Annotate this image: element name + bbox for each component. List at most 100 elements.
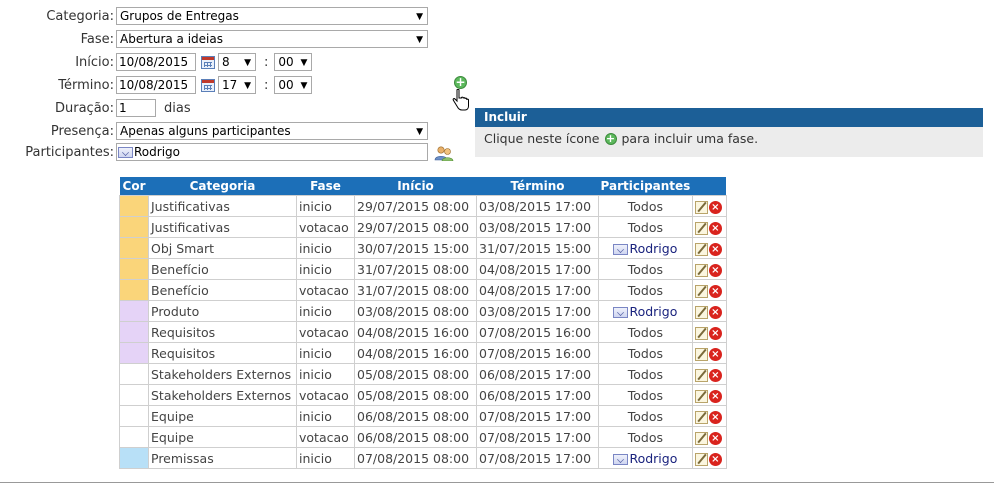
cell-participantes: Todos [598, 342, 693, 364]
fase-label: Fase: [80, 31, 114, 47]
cell-termino: 06/08/2015 17:00 [476, 384, 599, 406]
termino-minute-select[interactable]: 00 ▼ [274, 76, 313, 94]
participantes-text: Todos [627, 345, 664, 361]
header-fase: Fase [296, 177, 355, 196]
calendar-icon[interactable] [201, 55, 215, 69]
table-row: Obj Smart inicio 30/07/2015 15:00 31/07/201… [119, 237, 727, 259]
presenca-select[interactable]: Apenas alguns participantes ▼ [116, 122, 428, 140]
cell-termino: 03/08/2015 17:00 [476, 300, 599, 322]
participantes-text: Todos [627, 429, 664, 445]
participantes-text: Todos [627, 282, 664, 298]
presenca-label: Presença: [50, 123, 114, 139]
cell-participantes: Todos [598, 279, 693, 301]
categoria-value: Grupos de Entregas [120, 9, 239, 23]
participantes-field[interactable]: Rodrigo [116, 143, 428, 161]
participantes-text: Todos [627, 408, 664, 424]
color-swatch [119, 300, 149, 322]
header-actions [692, 177, 727, 196]
row-actions: × [691, 342, 727, 364]
edit-icon[interactable] [694, 452, 708, 466]
hand-cursor-icon [452, 89, 469, 111]
color-swatch [119, 258, 149, 280]
dropdown-envelope-icon[interactable] [613, 453, 629, 465]
edit-icon[interactable] [694, 200, 708, 214]
tooltip-body: Clique neste ícone + para incluir uma fa… [475, 127, 983, 150]
header-cor: Cor [119, 177, 149, 196]
cell-inicio: 03/08/2015 08:00 [354, 300, 477, 322]
participantes-row: Participantes: Rodrigo [0, 142, 428, 162]
table-row: Equipe inicio 06/08/2015 08:00 07/08/2015 1… [119, 405, 727, 427]
edit-icon[interactable] [694, 368, 708, 382]
inicio-hour-select[interactable]: 8 ▼ [218, 53, 256, 71]
inicio-minute-select[interactable]: 00 ▼ [274, 53, 313, 71]
delete-icon[interactable]: × [708, 305, 722, 319]
participantes-value: Rodrigo [134, 145, 180, 159]
edit-icon[interactable] [694, 242, 708, 256]
termino-date-input[interactable]: 10/08/2015 [116, 76, 196, 94]
table-row: Requisitos inicio 04/08/2015 16:00 07/08/20… [119, 342, 727, 364]
dropdown-envelope-icon[interactable] [613, 306, 629, 318]
table-row: Equipe votacao 06/08/2015 08:00 07/08/2015 … [119, 426, 727, 448]
delete-icon[interactable]: × [708, 368, 722, 382]
categoria-select[interactable]: Grupos de Entregas ▼ [116, 7, 428, 25]
delete-icon[interactable]: × [708, 431, 722, 445]
delete-icon[interactable]: × [708, 242, 722, 256]
edit-icon[interactable] [694, 347, 708, 361]
delete-icon[interactable]: × [708, 326, 722, 340]
delete-icon[interactable]: × [708, 221, 722, 235]
participantes-text: Todos [627, 366, 664, 382]
delete-icon[interactable]: × [708, 452, 722, 466]
cell-participantes: Todos [598, 405, 693, 427]
dropdown-envelope-icon[interactable] [613, 243, 629, 255]
chevron-down-icon: ▼ [416, 35, 423, 45]
edit-icon[interactable] [694, 221, 708, 235]
cell-categoria: Stakeholders Externos [148, 363, 297, 385]
delete-icon[interactable]: × [708, 263, 722, 277]
table-header-row: Cor Categoria Fase Início Término Partic… [119, 177, 727, 196]
delete-icon[interactable]: × [708, 200, 722, 214]
delete-icon[interactable]: × [708, 410, 722, 424]
duracao-row: Duração: 1 dias [0, 98, 191, 118]
chevron-down-icon: ▼ [300, 81, 308, 91]
chevron-down-icon: ▼ [416, 12, 423, 22]
add-icon[interactable]: + [454, 76, 467, 89]
cell-participantes[interactable]: Rodrigo [598, 447, 693, 469]
cell-inicio: 04/08/2015 16:00 [354, 342, 477, 364]
dropdown-envelope-icon[interactable] [118, 146, 133, 158]
cell-termino: 07/08/2015 16:00 [476, 342, 599, 364]
edit-icon[interactable] [694, 389, 708, 403]
delete-icon[interactable]: × [708, 284, 722, 298]
inicio-date-input[interactable]: 10/08/2015 [116, 53, 196, 71]
add-icon: + [604, 131, 617, 145]
inicio-minute-value: 00 [278, 55, 294, 69]
cell-inicio: 06/08/2015 08:00 [354, 405, 477, 427]
edit-icon[interactable] [694, 305, 708, 319]
people-icon[interactable] [434, 145, 454, 161]
cell-categoria: Benefício [148, 279, 297, 301]
participantes-text: Todos [627, 261, 664, 277]
delete-icon[interactable]: × [708, 389, 722, 403]
cell-fase: inicio [296, 300, 355, 322]
termino-hour-select[interactable]: 17 ▼ [218, 76, 256, 94]
cell-inicio: 31/07/2015 08:00 [354, 279, 477, 301]
cell-termino: 03/08/2015 17:00 [476, 216, 599, 238]
edit-icon[interactable] [694, 431, 708, 445]
fase-select[interactable]: Abertura a ideias ▼ [116, 30, 428, 48]
color-swatch [119, 237, 149, 259]
cell-participantes: Todos [598, 321, 693, 343]
cell-participantes[interactable]: Rodrigo [598, 300, 693, 322]
participantes-label: Participantes: [25, 144, 114, 160]
delete-icon[interactable]: × [708, 347, 722, 361]
chevron-down-icon: ▼ [244, 81, 251, 91]
edit-icon[interactable] [694, 263, 708, 277]
calendar-icon[interactable] [201, 78, 215, 92]
color-swatch [119, 363, 149, 385]
edit-icon[interactable] [694, 284, 708, 298]
cell-termino: 07/08/2015 17:00 [476, 447, 599, 469]
header-inicio: Início [354, 177, 477, 196]
duracao-input[interactable]: 1 [116, 99, 156, 117]
cell-participantes[interactable]: Rodrigo [598, 237, 693, 259]
cell-categoria: Equipe [148, 426, 297, 448]
edit-icon[interactable] [694, 410, 708, 424]
edit-icon[interactable] [694, 326, 708, 340]
